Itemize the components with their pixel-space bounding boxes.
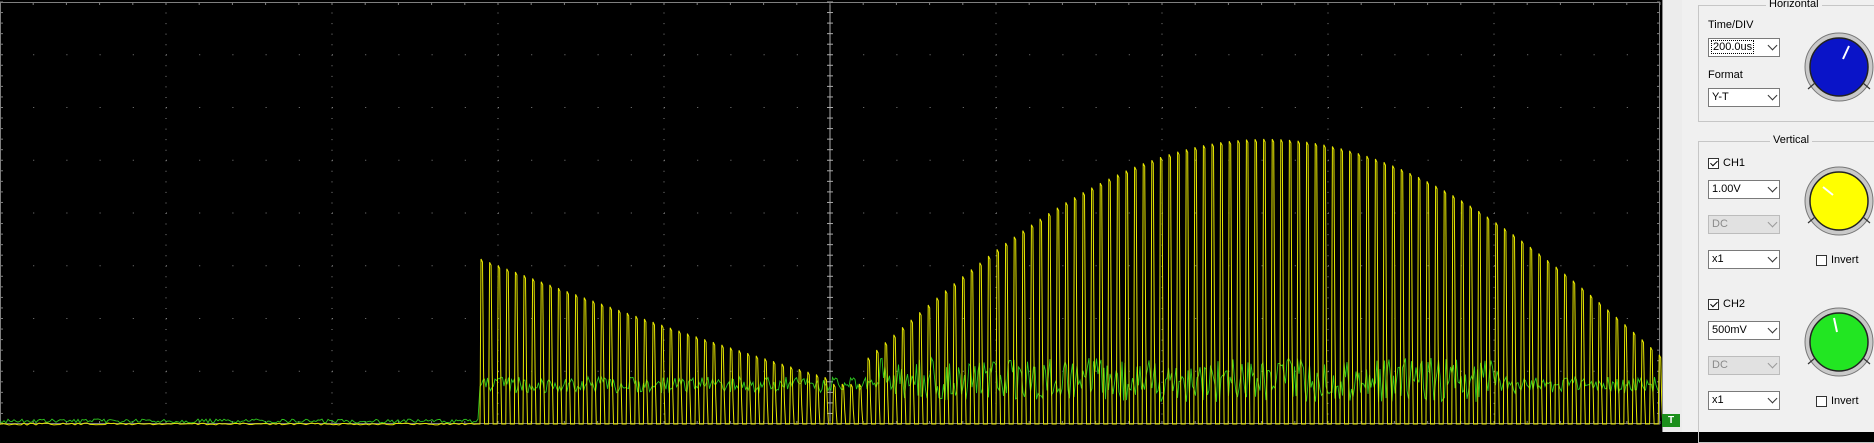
vertical-group: Vertical CH1 1.00V DC x1 Invert CH2 500m… — [1698, 134, 1874, 443]
ch1-invert-checkbox[interactable] — [1816, 255, 1827, 266]
ch2-invert-checkbox[interactable] — [1816, 396, 1827, 407]
format-value: Y-T — [1712, 91, 1729, 103]
ch2-coupling-value: DC — [1712, 359, 1728, 371]
time-div-label: Time/DIV — [1708, 19, 1754, 31]
ch1-enable-checkbox[interactable] — [1708, 158, 1719, 169]
ch1-label: CH1 — [1723, 157, 1746, 169]
chevron-down-icon — [1767, 217, 1778, 228]
control-panel: Horizontal Time/DIV 200.0us Format Y-T V… — [1682, 0, 1874, 443]
horizontal-group: Horizontal Time/DIV 200.0us Format Y-T — [1698, 0, 1874, 122]
ch2-probe-value: x1 — [1712, 394, 1724, 406]
ch2-volts-div-value: 500mV — [1712, 324, 1747, 336]
ch2-volts-knob[interactable] — [1803, 306, 1874, 378]
ch1-volts-knob[interactable] — [1803, 165, 1874, 237]
trigger-level-marker[interactable]: T — [1662, 414, 1680, 427]
ch2-invert-label: Invert — [1831, 395, 1859, 407]
chevron-down-icon — [1767, 90, 1778, 101]
ch2-enable-checkbox[interactable] — [1708, 299, 1719, 310]
ch1-volts-div-select[interactable]: 1.00V — [1708, 180, 1780, 199]
chevron-down-icon — [1767, 182, 1778, 193]
ch1-probe-select[interactable]: x1 — [1708, 250, 1780, 269]
ch1-probe-value: x1 — [1712, 253, 1724, 265]
ch2-coupling-select[interactable]: DC — [1708, 356, 1780, 375]
display-scrollbar[interactable] — [1662, 0, 1683, 432]
chevron-down-icon — [1767, 393, 1778, 404]
format-select[interactable]: Y-T — [1708, 88, 1780, 107]
time-div-value: 200.0us — [1711, 40, 1755, 54]
ch2-label: CH2 — [1723, 298, 1746, 310]
chevron-down-icon — [1767, 358, 1778, 369]
ch2-probe-select[interactable]: x1 — [1708, 391, 1780, 410]
waveform-display[interactable] — [0, 0, 1662, 432]
ch1-coupling-value: DC — [1712, 218, 1728, 230]
waveform-plot — [0, 1, 1662, 426]
format-label: Format — [1708, 69, 1743, 81]
vertical-group-title: Vertical — [1770, 134, 1813, 146]
graticule — [0, 1, 1661, 425]
chevron-down-icon — [1767, 252, 1778, 263]
time-div-select[interactable]: 200.0us — [1708, 38, 1780, 57]
horizontal-group-title: Horizontal — [1766, 0, 1822, 10]
ch1-invert-label: Invert — [1831, 254, 1859, 266]
ch1-volts-div-value: 1.00V — [1712, 183, 1741, 195]
ch1-coupling-select[interactable]: DC — [1708, 215, 1780, 234]
chevron-down-icon — [1767, 323, 1778, 334]
ch2-volts-div-select[interactable]: 500mV — [1708, 321, 1780, 340]
chevron-down-icon — [1767, 40, 1778, 51]
time-div-knob[interactable] — [1803, 31, 1874, 103]
